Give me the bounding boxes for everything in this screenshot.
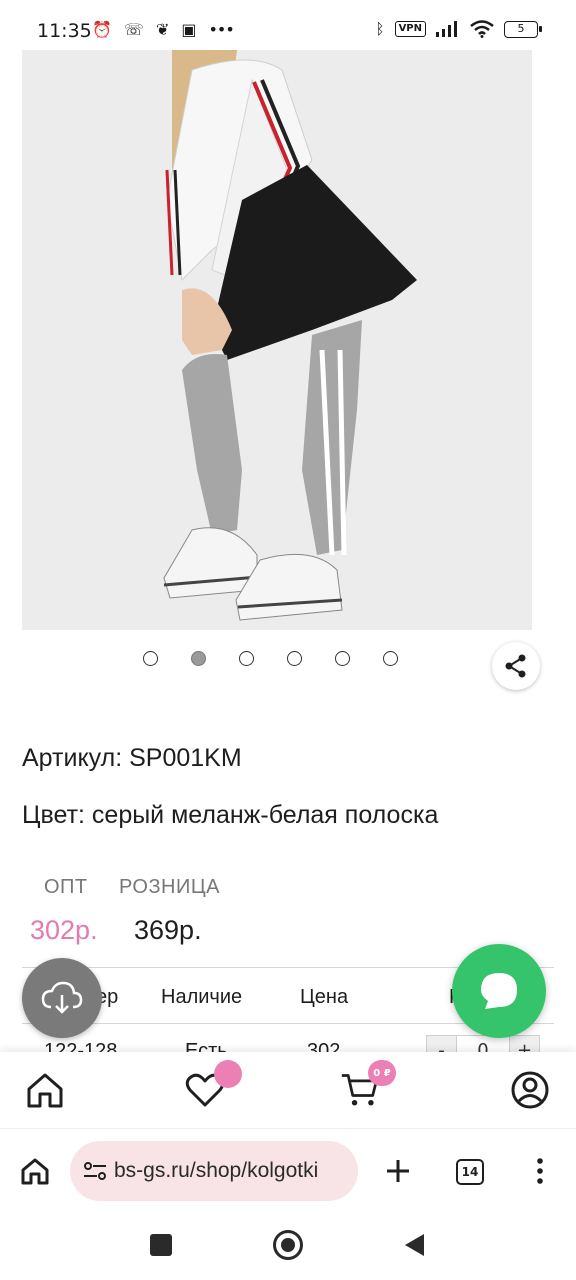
leaf-icon: ❦ (155, 20, 170, 39)
url-bar[interactable]: bs-gs.ru/shop/kolgotki (70, 1141, 358, 1201)
vpn-icon: VPN (394, 21, 426, 37)
account-icon (511, 1071, 549, 1109)
browser-home-button[interactable] (20, 1157, 50, 1189)
cart-badge: 0 ₽ (368, 1060, 396, 1086)
alarm-icon: ⏰ (92, 20, 112, 39)
recents-button[interactable] (150, 1234, 172, 1256)
site-settings-icon (84, 1162, 106, 1180)
chat-bubble-icon (481, 973, 517, 1009)
system-home-button[interactable] (273, 1230, 303, 1260)
product-photo[interactable] (22, 50, 532, 630)
product-color: Цвет: серый меланж-белая полоска (22, 801, 439, 829)
battery-saver-icon: ▣ (181, 20, 197, 39)
browser-toolbar: bs-gs.ru/shop/kolgotki 14 (0, 1128, 576, 1214)
shop-bottom-nav: 0 ₽ (0, 1052, 576, 1128)
wifi-icon (470, 20, 494, 38)
nav-favorites[interactable] (185, 1060, 242, 1110)
carousel-dot[interactable] (383, 651, 398, 666)
url-text: bs-gs.ru/shop/kolgotki (114, 1159, 319, 1182)
carousel-dot[interactable] (287, 651, 302, 666)
table-header-availability: Наличие (161, 986, 243, 1008)
carousel-dot[interactable] (335, 651, 350, 666)
home-icon (21, 1158, 49, 1185)
signal-icon (436, 21, 457, 37)
bluetooth-icon: ᛒ (375, 20, 385, 38)
missed-call-icon: ☏ (123, 20, 144, 39)
browser-menu-button[interactable] (536, 1157, 544, 1189)
nav-account[interactable] (510, 1070, 550, 1110)
new-tab-button[interactable] (384, 1157, 412, 1189)
nav-home[interactable] (25, 1070, 65, 1110)
wholesale-label: ОПТ (44, 876, 88, 898)
back-triangle-icon (405, 1234, 424, 1256)
carousel-dots (143, 651, 398, 666)
download-cloud-button[interactable] (22, 958, 102, 1038)
tab-switcher-button[interactable]: 14 (456, 1159, 484, 1185)
carousel-dot[interactable] (143, 651, 158, 666)
status-time: 11:35 (37, 20, 92, 42)
nav-cart[interactable]: 0 ₽ (340, 1060, 396, 1110)
more-vert-icon (537, 1158, 543, 1184)
product-article: Артикул: SP001KM (22, 744, 242, 772)
chat-button[interactable] (452, 944, 546, 1038)
battery-icon: 5 (504, 20, 542, 38)
carousel-dot[interactable] (191, 651, 206, 666)
cloud-download-icon (41, 981, 83, 1014)
status-icons-left: ⏰ ☏ ❦ ▣ ••• (92, 20, 235, 39)
back-button[interactable] (402, 1232, 426, 1262)
table-header-price: Цена (300, 986, 349, 1008)
favorites-badge (214, 1060, 242, 1088)
share-button[interactable] (492, 642, 540, 690)
share-icon (505, 654, 526, 678)
plus-icon (387, 1160, 409, 1182)
status-icons-right: ᛒ VPN 5 (375, 20, 542, 38)
retail-price: 369р. (134, 915, 202, 945)
home-dot-icon (281, 1238, 295, 1252)
wholesale-price: 302р. (30, 915, 98, 945)
home-icon (27, 1073, 63, 1108)
more-dots-icon: ••• (208, 20, 234, 39)
carousel-dot[interactable] (239, 651, 254, 666)
system-nav-bar (0, 1214, 576, 1280)
status-bar: 11:35 ⏰ ☏ ❦ ▣ ••• ᛒ VPN 5 (0, 0, 576, 50)
retail-label: РОЗНИЦА (119, 876, 220, 898)
product-photo-illustration (22, 50, 532, 630)
